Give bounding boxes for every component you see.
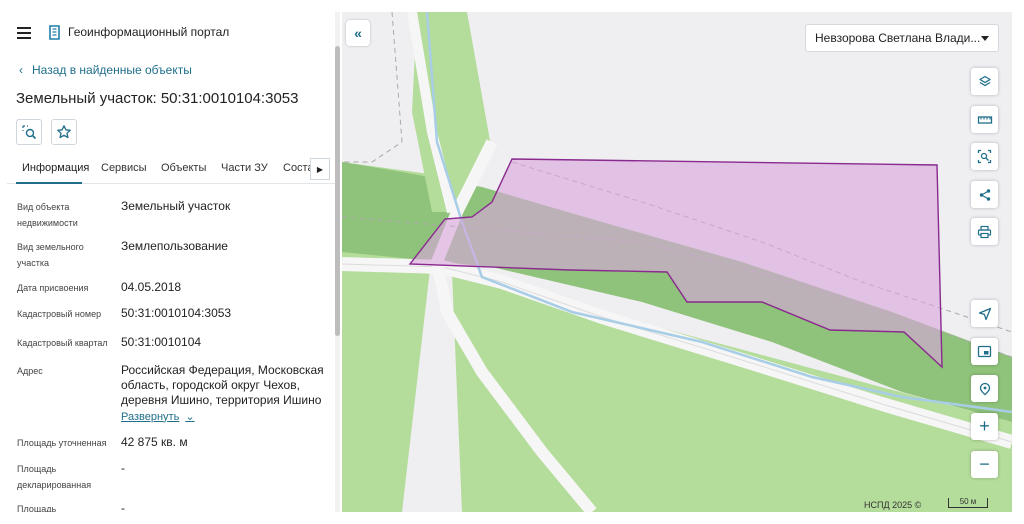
locate-button[interactable] [971, 300, 998, 327]
scrollbar-thumb[interactable] [335, 46, 340, 336]
prop-value-assign-date: 04.05.2018 [121, 280, 182, 294]
zoom-to-object-icon [22, 125, 37, 140]
select-area-icon [977, 149, 992, 164]
prop-value-cadastral-number: 50:31:0010104:3053 [121, 306, 232, 320]
prop-value-parcel-kind: Землепользование [121, 239, 228, 253]
tab-information[interactable]: Информация [22, 162, 89, 174]
collapse-panel-button[interactable]: « [346, 20, 370, 46]
prop-label-cadastral-block: Кадастровый квартал [17, 338, 108, 348]
geolocation-button[interactable] [971, 375, 998, 402]
ruler-icon [977, 115, 992, 124]
prop-value-area: - [121, 501, 125, 512]
object-title: Земельный участок: 50:31:0010104:3053 [16, 90, 299, 107]
active-tab-indicator [16, 182, 82, 184]
map-canvas[interactable] [342, 12, 1012, 512]
prop-value-address: Российская Федерация, Московская область… [121, 363, 324, 407]
prop-label-area-refined: Площадь уточненная [17, 438, 107, 448]
scale-label: 50 м [959, 497, 977, 506]
minimap-icon [977, 345, 992, 358]
panel-scrollbar[interactable] [335, 12, 340, 512]
caret-right-icon: ▶ [316, 164, 324, 174]
select-area-button[interactable] [971, 143, 998, 170]
share-icon [979, 188, 990, 201]
tabs-scroll-right-button[interactable]: ▶ [310, 158, 330, 180]
prop-label-assign-date: Дата присвоения [17, 283, 89, 293]
tab-bar: Информация Сервисы Объекты Части ЗУ Сост… [7, 154, 337, 184]
user-name: Невзорова Светлана Влади... [815, 31, 981, 45]
portal-title: Геоинформационный портал [68, 25, 230, 39]
favorite-button[interactable] [51, 119, 77, 145]
layers-button[interactable] [971, 68, 998, 95]
locate-icon [978, 307, 991, 320]
back-link-label: Назад в найденные объекты [32, 63, 192, 77]
prop-value-area-declared: - [121, 461, 125, 475]
prop-label-address: Адрес [17, 366, 43, 376]
info-panel: Геоинформационный портал ‹ Назад в найде… [7, 12, 342, 512]
user-menu-select[interactable]: Невзорова Светлана Влади... [805, 24, 999, 52]
star-icon [57, 125, 71, 139]
minimap-button[interactable] [971, 338, 998, 365]
prop-label-object-kind: Вид объекта недвижимости [17, 202, 78, 228]
plus-icon: + [979, 416, 990, 436]
prop-label-area-declared: Площадь декларированная [17, 464, 92, 490]
tab-parcel-parts[interactable]: Части ЗУ [221, 162, 268, 174]
print-button[interactable] [971, 218, 998, 245]
caret-down-icon [981, 36, 989, 41]
map-view[interactable]: « Невзорова Светлана Влади... + − НСПД 2… [342, 12, 1012, 512]
layers-icon [978, 75, 991, 86]
expand-label: Развернуть [121, 410, 180, 423]
prop-value-area-refined: 42 875 кв. м [121, 435, 188, 449]
portal-logo-icon [49, 25, 60, 40]
prop-value-object-kind: Земельный участок [121, 199, 231, 213]
chevron-left-icon: ‹ [19, 63, 23, 77]
show-on-map-button[interactable] [16, 119, 42, 145]
prop-label-area: Площадь [17, 504, 57, 512]
print-icon [977, 225, 992, 238]
share-button[interactable] [971, 181, 998, 208]
chevron-down-icon: ⌄ [185, 411, 195, 423]
prop-label-parcel-kind: Вид земельного участка [17, 242, 84, 268]
tab-objects[interactable]: Объекты [161, 162, 206, 174]
app-window: Геоинформационный портал ‹ Назад в найде… [0, 0, 1024, 524]
geolocation-icon [979, 382, 990, 395]
prop-value-cadastral-block: 50:31:0010104 [121, 335, 202, 349]
prop-label-cadastral-number: Кадастровый номер [17, 309, 102, 319]
back-to-results-link[interactable]: ‹ Назад в найденные объекты [19, 63, 192, 77]
expand-address-link[interactable]: Развернуть ⌄ [121, 410, 195, 424]
double-chevron-left-icon: « [354, 25, 362, 41]
minus-icon: − [979, 454, 990, 474]
panel-header: Геоинформационный портал [7, 12, 342, 56]
zoom-in-button[interactable]: + [971, 413, 998, 440]
menu-icon[interactable] [17, 27, 31, 39]
zoom-out-button[interactable]: − [971, 451, 998, 478]
tab-composition[interactable]: Соста [283, 162, 314, 174]
tab-services[interactable]: Сервисы [101, 162, 147, 174]
map-scale-bar: 50 м [948, 498, 988, 508]
measure-button[interactable] [971, 106, 998, 133]
map-attribution: НСПД 2025 © [864, 500, 922, 510]
